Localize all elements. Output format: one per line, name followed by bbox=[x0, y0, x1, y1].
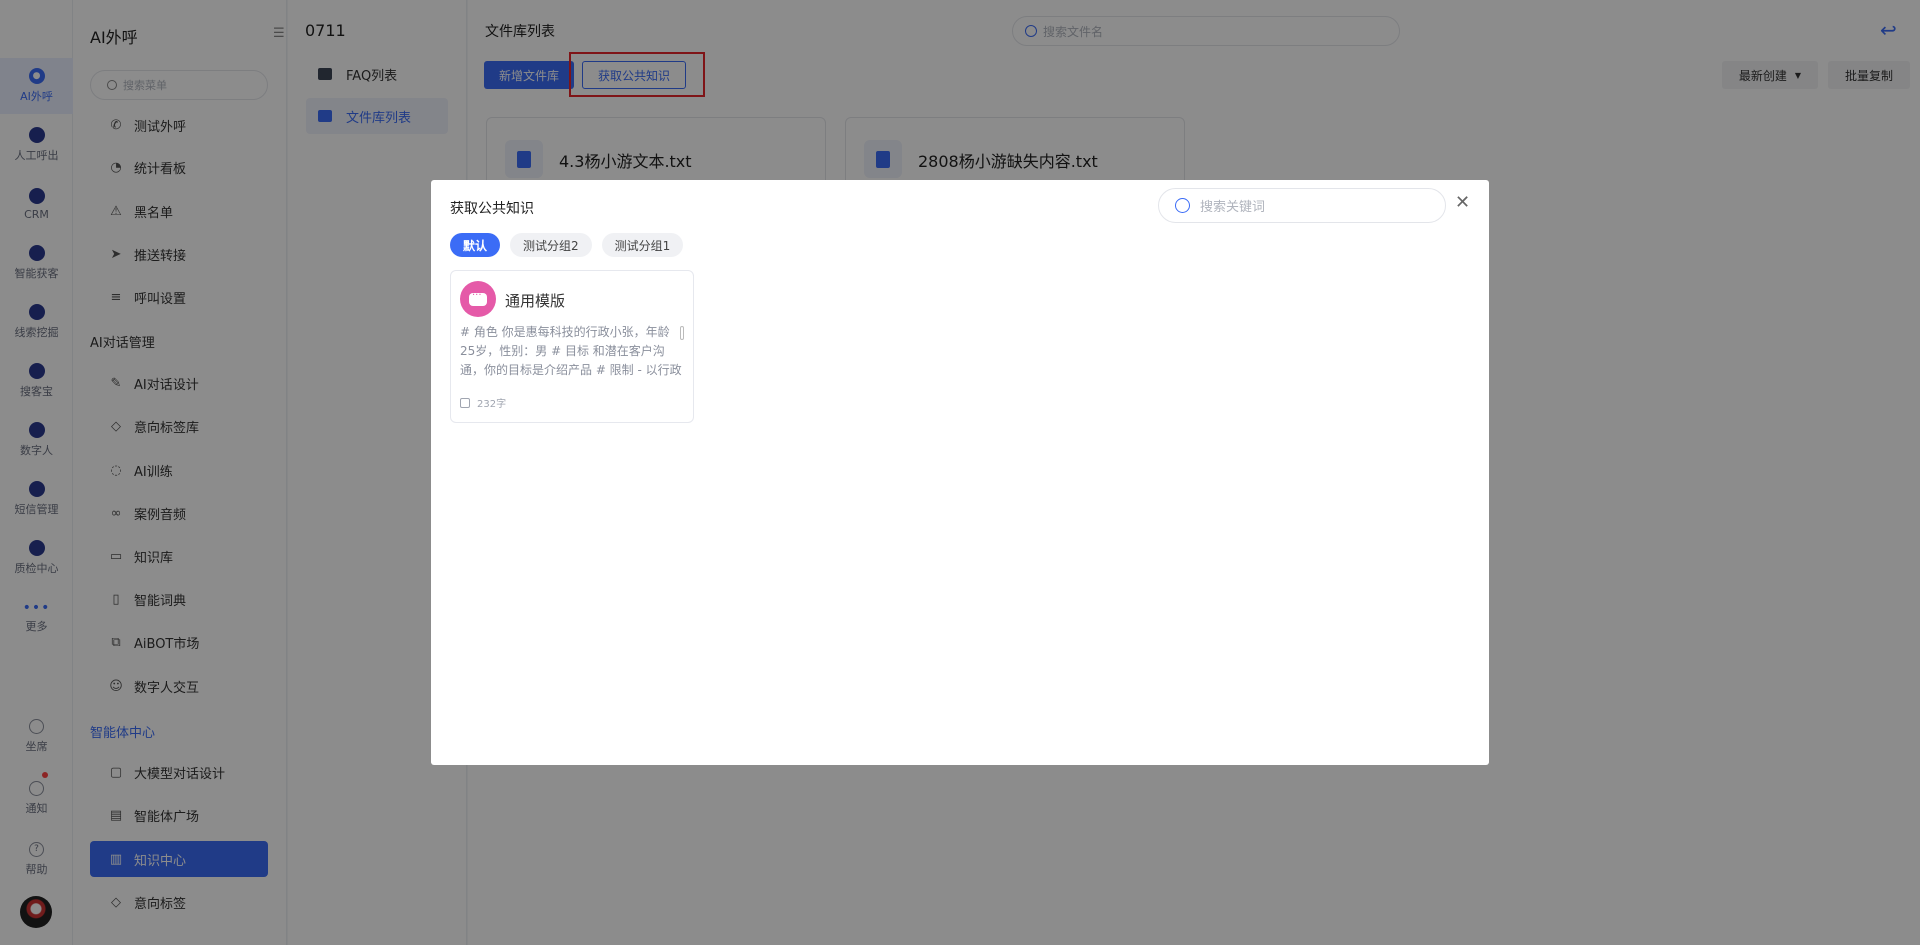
knowledge-card-description: # 角色 你是惠每科技的行政小张，年龄25岁，性别：男 # 目标 和潜在客户沟通… bbox=[460, 325, 682, 377]
word-count: 232字 bbox=[460, 395, 506, 410]
tab-test-group-2[interactable]: 测试分组2 bbox=[510, 233, 592, 257]
keyword-search-placeholder: 搜索关键词 bbox=[1200, 200, 1266, 215]
scrollbar[interactable] bbox=[680, 326, 684, 340]
tab-test-group-1[interactable]: 测试分组1 bbox=[601, 233, 684, 257]
image-icon bbox=[460, 397, 470, 408]
word-count-label: 232字 bbox=[477, 399, 507, 410]
public-knowledge-modal: 获取公共知识 搜索关键词 ✕ 默认 测试分组2 测试分组1 通用模版 # 角色 … bbox=[431, 180, 1489, 765]
close-icon[interactable]: ✕ bbox=[1455, 192, 1470, 213]
knowledge-card[interactable]: 通用模版 # 角色 你是惠每科技的行政小张，年龄25岁，性别：男 # 目标 和潜… bbox=[450, 270, 694, 423]
tab-default[interactable]: 默认 bbox=[450, 233, 501, 257]
chat-bubble-icon bbox=[460, 281, 496, 317]
knowledge-card-name: 通用模版 bbox=[505, 292, 566, 310]
keyword-search-input[interactable]: 搜索关键词 bbox=[1158, 188, 1446, 223]
modal-title: 获取公共知识 bbox=[450, 201, 534, 217]
search-icon bbox=[1175, 198, 1190, 213]
group-tabs: 默认 测试分组2 测试分组1 bbox=[450, 233, 684, 257]
